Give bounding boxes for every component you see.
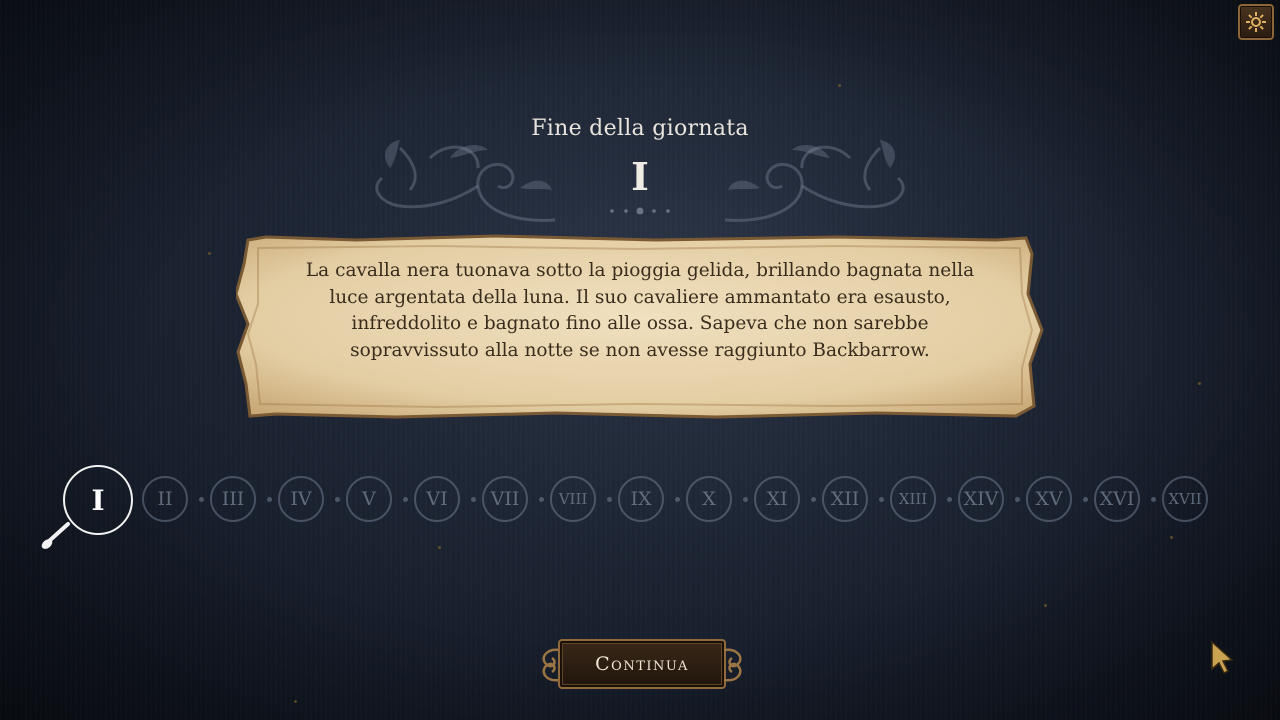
page-title: Fine della giornata xyxy=(531,116,749,141)
settings-button[interactable] xyxy=(1238,4,1274,40)
chapter-separator-dot xyxy=(267,497,272,502)
chapter-separator-dot xyxy=(1015,497,1020,502)
ember-particle xyxy=(838,84,841,87)
chapter-button[interactable]: III xyxy=(210,476,256,522)
right-flourish-ornament xyxy=(724,140,905,222)
magnifier-icon xyxy=(41,522,70,549)
chapter-button[interactable]: XIII xyxy=(890,476,936,522)
chapter-button[interactable]: XV xyxy=(1026,476,1072,522)
chapter-separator-dot xyxy=(743,497,748,502)
ornament-dots xyxy=(610,207,670,215)
chapter-button[interactable]: VII xyxy=(482,476,528,522)
continue-right-ornament xyxy=(723,648,742,682)
ember-particle xyxy=(294,700,297,703)
chapter-button[interactable]: XVI xyxy=(1094,476,1140,522)
chapter-button[interactable]: VI xyxy=(414,476,460,522)
ember-particle xyxy=(1044,604,1047,607)
chapter-button[interactable]: IV xyxy=(278,476,324,522)
chapter-button[interactable]: XII xyxy=(822,476,868,522)
chapter-separator-dot xyxy=(947,497,952,502)
chapter-separator-dot xyxy=(879,497,884,502)
chapter-separator-dot xyxy=(675,497,680,502)
chapter-separator-dot xyxy=(471,497,476,502)
chapter-button[interactable]: VIII xyxy=(550,476,596,522)
gear-icon xyxy=(1246,12,1266,32)
chapter-button[interactable]: II xyxy=(142,476,188,522)
left-flourish-ornament xyxy=(375,140,556,222)
chapter-separator-dot xyxy=(199,497,204,502)
chapter-separator-dot xyxy=(403,497,408,502)
pointer-cursor-icon xyxy=(1211,640,1234,674)
chapter-separator-dot xyxy=(811,497,816,502)
chapter-separator-dot xyxy=(607,497,612,502)
continue-button[interactable]: Continua xyxy=(558,639,726,689)
chapter-button[interactable]: X xyxy=(686,476,732,522)
chapter-button[interactable]: IX xyxy=(618,476,664,522)
chapter-separator-dot xyxy=(539,497,544,502)
chapter-separator-dot xyxy=(335,497,340,502)
chapter-button[interactable]: XIV xyxy=(958,476,1004,522)
chapter-separator-dot xyxy=(1083,497,1088,502)
ember-particle xyxy=(1198,382,1201,385)
ember-particle xyxy=(208,252,211,255)
chapter-button[interactable]: XVII xyxy=(1162,476,1208,522)
day-numeral: I xyxy=(631,154,649,199)
story-text: La cavalla nera tuonava sotto la pioggia… xyxy=(305,260,975,361)
chapter-button[interactable]: V xyxy=(346,476,392,522)
chapter-button[interactable]: XI xyxy=(754,476,800,522)
chapter-separator-dot xyxy=(1151,497,1156,502)
